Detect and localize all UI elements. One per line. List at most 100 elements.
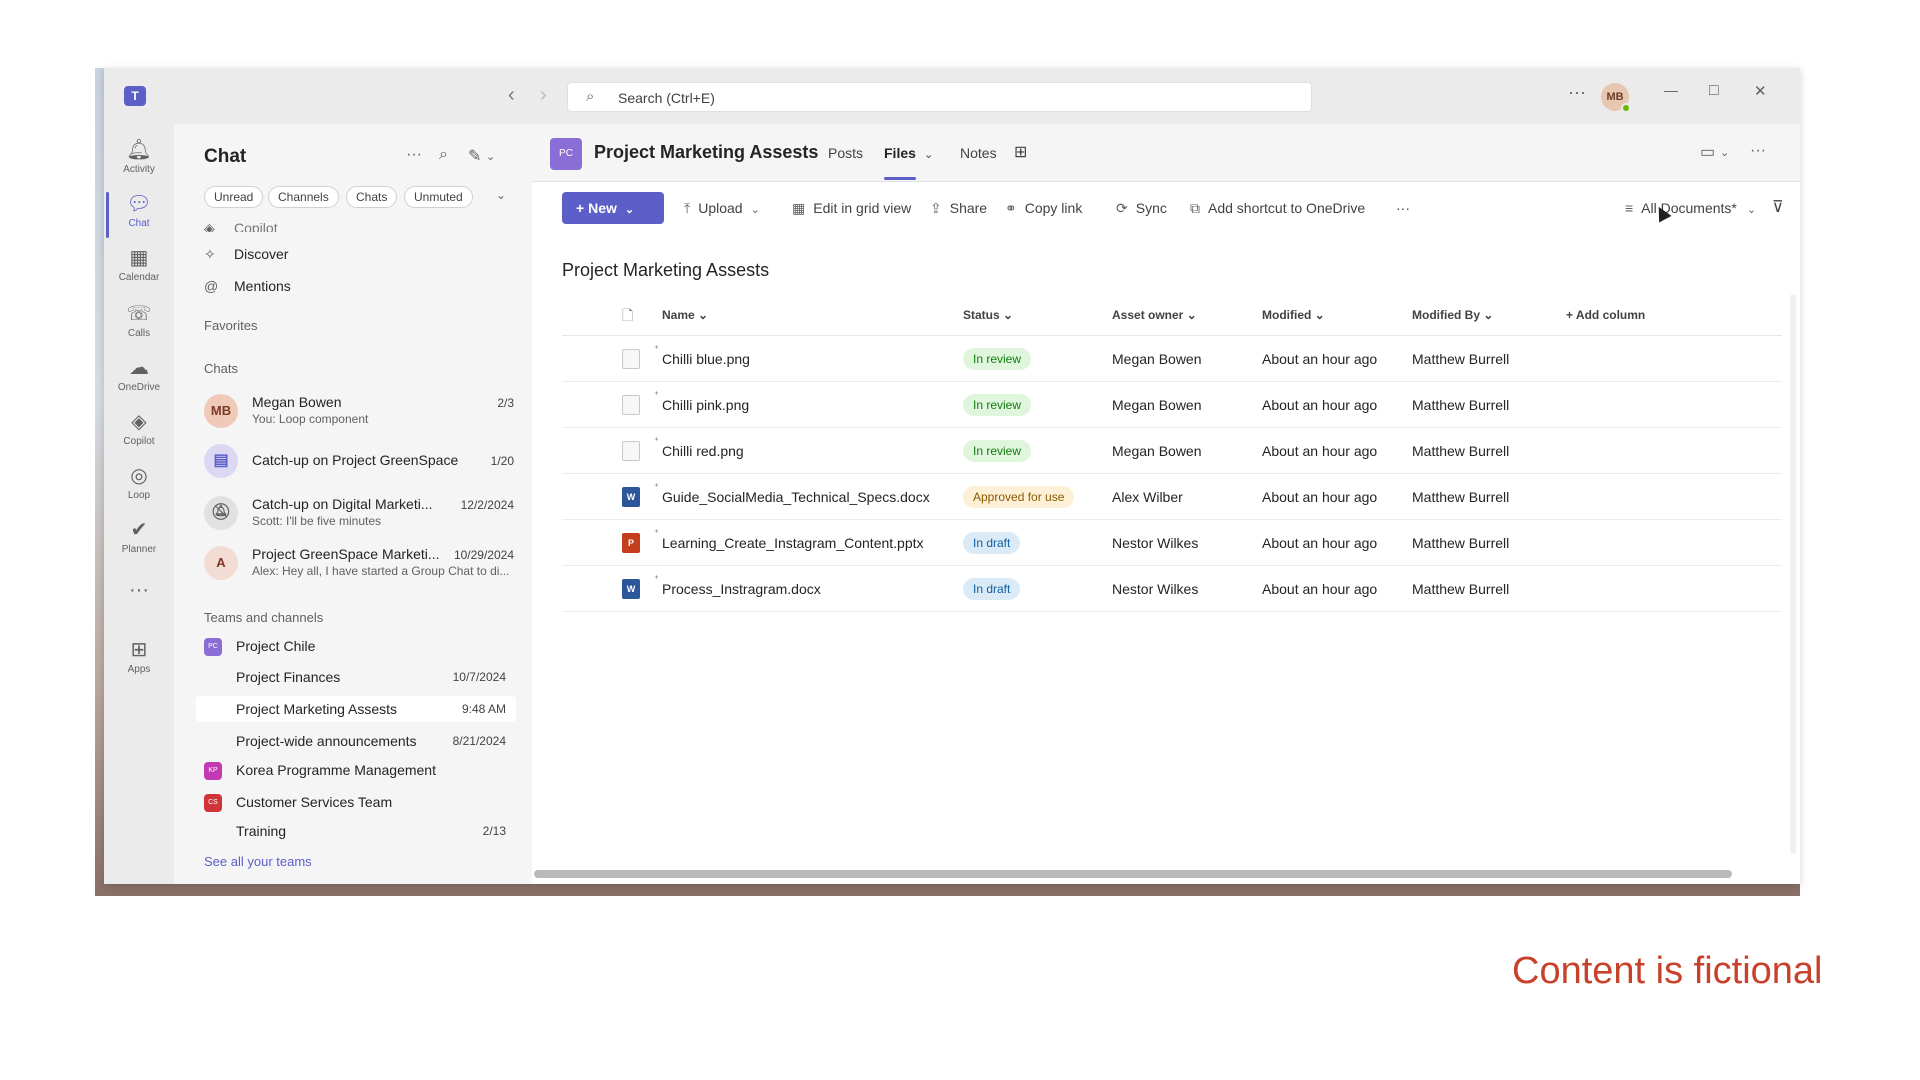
file-type-icon[interactable]: 🗋 [622, 305, 633, 329]
table-row[interactable]: ⁺ Chilli red.png In review Megan Bowen About… [562, 428, 1782, 474]
user-avatar[interactable]: MB [1601, 83, 1631, 113]
at-icon: @ [204, 278, 219, 294]
close-button[interactable]: ✕ [1754, 82, 1767, 100]
teams-header[interactable]: Teams and channels [204, 610, 323, 625]
chat-pane: Chat ··· ⌕ ✎ ⌄ Unread Channels Chats Unm… [174, 124, 532, 884]
sync-button[interactable]: ⟳ Sync [1116, 200, 1167, 217]
new-button[interactable]: + New ⌄ [562, 192, 664, 224]
rail-calendar[interactable]: ▦ Calendar [104, 242, 174, 296]
chevron-down-icon[interactable]: ⌄ [496, 188, 506, 202]
more-options-icon[interactable]: ··· [406, 146, 422, 164]
add-shortcut-button[interactable]: ⧉ Add shortcut to OneDrive [1190, 200, 1365, 217]
presence-available-icon [1621, 103, 1631, 113]
filter-channels[interactable]: Channels [268, 186, 339, 208]
filter-icon[interactable]: ⊽ [1772, 197, 1784, 217]
chat-item-megan[interactable]: MB Megan Bowen You: Loop component 2/3 [204, 390, 514, 436]
word-file-icon: W [622, 579, 640, 599]
channel-training[interactable]: Training 2/13 [196, 818, 516, 844]
nav-discover[interactable]: ✧ Discover [204, 246, 288, 263]
copilot-icon: ◈ [131, 411, 147, 433]
rail-chat[interactable]: 💬︎ Chat [104, 188, 174, 242]
rail-more[interactable]: ··· [104, 574, 174, 604]
chevron-down-icon[interactable]: ⌄ [924, 148, 933, 161]
minimize-button[interactable]: — [1664, 82, 1678, 98]
chevron-down-icon[interactable]: ⌄ [486, 150, 495, 163]
column-modified[interactable]: Modified ⌄ [1262, 308, 1325, 322]
nav-copilot[interactable]: ◈ Copilot [204, 220, 278, 232]
see-all-teams-link[interactable]: See all your teams [204, 854, 312, 869]
more-options-icon[interactable]: ··· [1750, 142, 1766, 160]
chevron-down-icon[interactable]: ⌄ [1720, 146, 1729, 159]
upload-button[interactable]: ⤒ Upload ⌄ [684, 200, 768, 217]
filter-chats[interactable]: Chats [346, 186, 398, 208]
more-commands-icon[interactable]: ··· [1396, 200, 1410, 216]
file-name[interactable]: Guide_SocialMedia_Technical_Specs.docx [662, 489, 930, 505]
status-badge: In draft [963, 578, 1021, 600]
channel-project-marketing-assests[interactable]: Project Marketing Assests 9:48 AM [196, 696, 516, 722]
rail-onedrive[interactable]: ☁ OneDrive [104, 352, 174, 406]
search-box[interactable]: ⌕ [567, 82, 1312, 112]
copy-link-button[interactable]: ⚭ Copy link [1005, 200, 1082, 217]
channel-project-finances[interactable]: Project Finances 10/7/2024 [196, 664, 516, 690]
channel-project-wide-announcements[interactable]: Project-wide announcements 8/21/2024 [196, 728, 516, 754]
table-row[interactable]: ⁺ Chilli pink.png In review Megan Bowen Abou… [562, 382, 1782, 428]
rail-copilot[interactable]: ◈ Copilot [104, 406, 174, 460]
favorites-header[interactable]: Favorites [204, 318, 257, 333]
file-name[interactable]: Learning_Create_Instagram_Content.pptx [662, 535, 924, 551]
add-column-button[interactable]: + Add column [1566, 308, 1645, 322]
video-call-icon[interactable]: ▭ [1700, 142, 1715, 162]
library-title: Project Marketing Assests [562, 260, 770, 280]
chats-header[interactable]: Chats [204, 361, 238, 376]
rail-loop[interactable]: ◎ Loop [104, 460, 174, 514]
file-name[interactable]: Chilli blue.png [662, 351, 750, 367]
rail-calls[interactable]: ☏ Calls [104, 298, 174, 352]
filter-unmuted[interactable]: Unmuted [404, 186, 473, 208]
tab-posts[interactable]: Posts [828, 145, 863, 161]
rail-apps[interactable]: ⊞ Apps [104, 634, 174, 688]
column-status[interactable]: Status ⌄ [963, 308, 1013, 322]
avatar: MB [204, 394, 238, 428]
asset-owner: Megan Bowen [1112, 397, 1202, 413]
view-selector[interactable]: ≡ All Documents* ⌄ [1625, 200, 1764, 216]
table-row[interactable]: W ⁺ Process_Instragram.docx In draft Nestor … [562, 566, 1782, 612]
file-name[interactable]: Chilli pink.png [662, 397, 749, 413]
table-row[interactable]: ⁺ Chilli blue.png In review Megan Bowen Abou… [562, 336, 1782, 382]
maximize-button[interactable]: □ [1709, 82, 1719, 100]
file-name[interactable]: Process_Instragram.docx [662, 581, 821, 597]
image-file-icon [622, 349, 640, 369]
file-name[interactable]: Chilli red.png [662, 443, 744, 459]
chat-item-greenspace-marketing[interactable]: A Project GreenSpace Marketi... Alex: He… [204, 542, 514, 588]
add-tab-icon[interactable]: ⊞ [1014, 142, 1027, 162]
horizontal-scrollbar[interactable] [534, 870, 1732, 878]
nav-mentions[interactable]: @ Mentions [204, 278, 291, 294]
vertical-scrollbar[interactable] [1790, 294, 1796, 854]
column-asset-owner[interactable]: Asset owner ⌄ [1112, 308, 1197, 322]
team-customer-services[interactable]: CS Customer Services Team [204, 790, 514, 816]
back-arrow-icon[interactable]: ‹ [508, 84, 515, 107]
new-chat-icon[interactable]: ✎ [468, 146, 481, 166]
search-input[interactable] [618, 88, 1218, 108]
rail-planner[interactable]: ✔ Planner [104, 514, 174, 568]
chevron-down-icon: ⌄ [750, 204, 760, 216]
forward-arrow-icon[interactable]: › [540, 84, 547, 107]
table-row[interactable]: P ⁺ Learning_Create_Instagram_Content.pptx… [562, 520, 1782, 566]
new-item-sparkle-icon: ⁺ [654, 528, 660, 539]
upload-icon: ⤒ [684, 200, 691, 216]
team-project-chile[interactable]: PC Project Chile [204, 634, 514, 660]
tab-files[interactable]: Files [884, 145, 916, 180]
more-options-icon[interactable]: ··· [1568, 82, 1586, 103]
column-name[interactable]: Name ⌄ [662, 308, 708, 322]
edit-grid-view-button[interactable]: ▦ Edit in grid view [792, 200, 911, 217]
team-korea-programme[interactable]: KP Korea Programme Management [204, 758, 514, 784]
modified-by: Matthew Burrell [1412, 443, 1510, 459]
filter-unread[interactable]: Unread [204, 186, 264, 208]
rail-activity[interactable]: 🔔︎ Activity [104, 134, 174, 188]
table-row[interactable]: W ⁺ Guide_SocialMedia_Technical_Specs.docx… [562, 474, 1782, 520]
chat-item-catchup-digital[interactable]: 🔕︎ Catch-up on Digital Marketi... Scott:… [204, 492, 514, 538]
tab-notes[interactable]: Notes [960, 145, 997, 161]
grid-icon: ▦ [792, 200, 806, 216]
share-button[interactable]: ⇪ Share [930, 200, 987, 217]
chat-item-catchup-greenspace[interactable]: ▤ Catch-up on Project GreenSpace 1/20 [204, 440, 514, 486]
search-icon[interactable]: ⌕ [439, 146, 448, 164]
column-modified-by[interactable]: Modified By ⌄ [1412, 308, 1493, 322]
